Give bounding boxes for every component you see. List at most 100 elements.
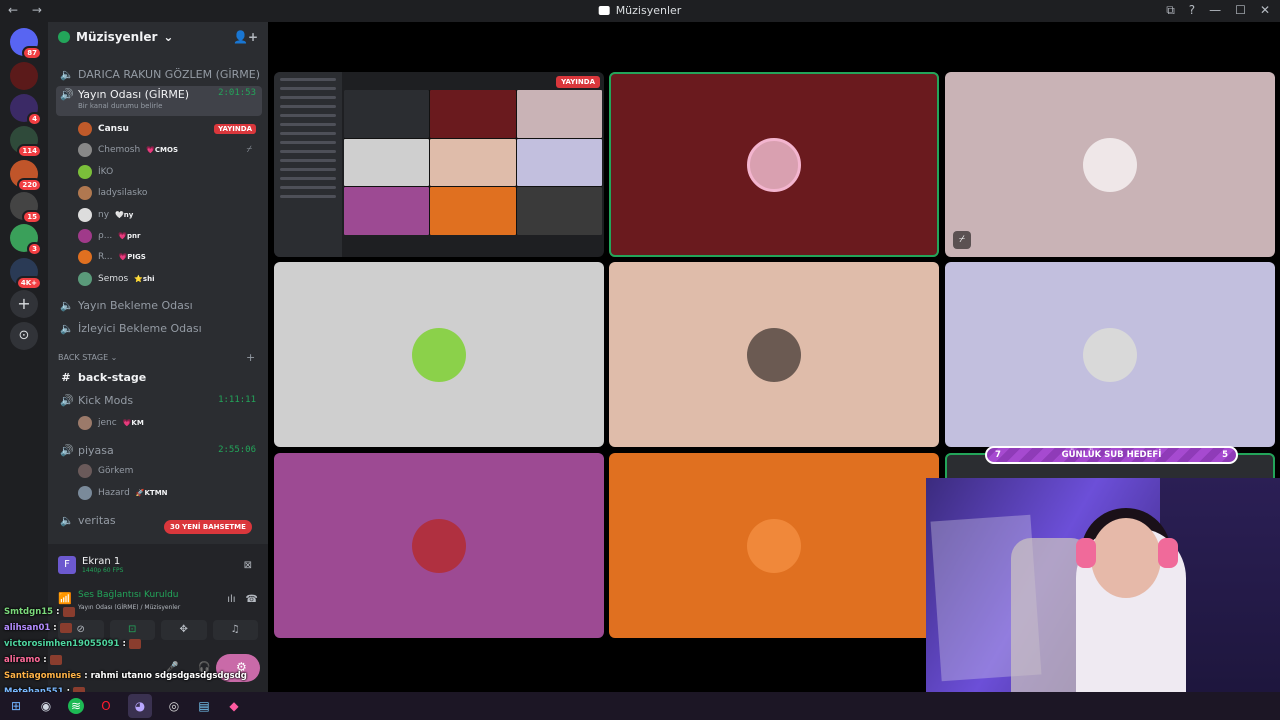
server-icon[interactable]: 114 — [10, 126, 42, 158]
headset-left — [1076, 538, 1096, 568]
server-home[interactable]: 87 — [10, 28, 42, 60]
new-mentions-button[interactable]: 30 YENİ BAHSETME — [164, 520, 252, 534]
voice-user[interactable]: jenc 💗KM — [78, 413, 262, 433]
discord-icon[interactable]: ◕ — [128, 694, 152, 718]
speaker-icon: 🔈 — [60, 67, 74, 81]
windows-start-icon[interactable]: ⊞ — [8, 698, 24, 714]
server-icon[interactable]: 220 — [10, 160, 42, 192]
user-name: Görkem — [98, 466, 134, 476]
chat-text: : — [53, 623, 57, 633]
minimize-button[interactable]: — — [1209, 3, 1221, 18]
mention-badge: 3 — [27, 242, 42, 256]
user-name: ladysilasko — [98, 188, 148, 198]
voice-user[interactable]: Semos ⭐shi — [78, 269, 262, 289]
chat-message: Santiagomunies: rahmi utanıo sdgsdgasdgs… — [4, 668, 264, 684]
channel-timer: 2:55:06 — [218, 445, 256, 455]
shared-screen-grid — [344, 90, 602, 235]
voice-user[interactable]: ny 🤍ny — [78, 205, 262, 225]
mention-badge: 4K+ — [15, 276, 42, 290]
hash-icon: # — [61, 370, 71, 384]
goal-target: 5 — [1222, 450, 1228, 460]
stop-share-icon[interactable]: ⊠ — [244, 560, 252, 571]
close-button[interactable]: ✕ — [1260, 3, 1270, 18]
screen-share-text: Ekran 1 1440p 60 FPS — [82, 556, 123, 574]
channel-status[interactable]: Bir kanal durumu belirle — [78, 102, 162, 110]
user-tag: 💗KM — [122, 419, 144, 427]
obs-icon[interactable]: ◎ — [166, 698, 182, 714]
server-icon[interactable]: 4 — [10, 94, 42, 126]
back-button[interactable]: ← — [8, 3, 18, 17]
voice-channel-izleyici-bekleme[interactable]: 🔈 İzleyici Bekleme Odası — [56, 318, 262, 338]
files-icon[interactable]: ▤ — [196, 698, 212, 714]
participant-tile[interactable] — [945, 262, 1275, 447]
app-icon[interactable]: ◆ — [226, 698, 242, 714]
mini-tile — [430, 187, 516, 235]
voice-channel-yayin-bekleme[interactable]: 🔈 Yayın Bekleme Odası — [56, 295, 262, 315]
server-icon[interactable]: 3 — [10, 224, 42, 256]
voice-channel-yayin-odasi[interactable]: 🔊 Yayın Odası (GİRME) 2:01:53 Bir kanal … — [56, 86, 262, 116]
voice-user[interactable]: ladysilasko — [78, 183, 262, 203]
user-name: jenc — [98, 418, 117, 428]
voice-user[interactable]: Cansu YAYINDA — [78, 119, 262, 139]
speaker-icon: 🔈 — [60, 298, 74, 312]
avatar — [78, 229, 92, 243]
avatar — [78, 208, 92, 222]
channel-timer: 1:11:11 — [218, 395, 256, 405]
participant-tile[interactable]: ⌿ — [945, 72, 1275, 257]
voice-status[interactable]: Ses Bağlantısı Kuruldu — [78, 590, 178, 600]
user-tag: 💗PIGS — [118, 253, 146, 261]
participant-tile[interactable] — [609, 453, 939, 638]
participant-tile[interactable] — [609, 72, 939, 257]
verified-icon — [58, 31, 70, 43]
voice-user[interactable]: İKO — [78, 162, 262, 182]
voice-user[interactable]: ρ... 💗pnr — [78, 226, 262, 246]
avatar — [747, 518, 801, 573]
participant-tile[interactable] — [609, 262, 939, 447]
avatar — [1083, 327, 1137, 382]
participant-tile[interactable] — [274, 453, 604, 638]
explore-icon[interactable]: ⊙ — [10, 322, 38, 350]
channel-label: Kick Mods — [78, 393, 134, 407]
forward-button[interactable]: → — [32, 3, 42, 17]
server-list: 87 4 114 220 15 3 4K+ + ⊙ — [0, 22, 48, 692]
mic-muted-icon: ⌿ — [246, 145, 252, 155]
help-icon[interactable]: ? — [1189, 3, 1195, 18]
category-label: BACK STAGE — [58, 353, 109, 362]
voice-channel-piyasa[interactable]: 🔊 piyasa 2:55:06 — [56, 440, 262, 460]
add-server-button[interactable]: + — [10, 290, 38, 318]
sub-goal-bar: 7 GÜNLÜK SUB HEDEFİ 5 — [985, 446, 1238, 464]
voice-user[interactable]: Hazard 🚀KTMN — [78, 483, 262, 503]
voice-channel-kick-mods[interactable]: 🔊 Kick Mods 1:11:11 — [56, 390, 262, 410]
channel-label: Yayın Bekleme Odası — [78, 298, 193, 312]
text-channel-back-stage[interactable]: # back-stage — [56, 367, 262, 387]
live-badge: YAYINDA — [214, 124, 256, 134]
voice-user[interactable]: Chemosh 💗CMOS ⌿ — [78, 140, 262, 160]
chat-message: victorosimhen19055091: — [4, 636, 264, 652]
voice-user[interactable]: R... 💗PIGS — [78, 247, 262, 267]
chat-message: aliramo: — [4, 652, 264, 668]
add-user-icon[interactable]: 👤+ — [233, 30, 258, 44]
user-tag: 🤍ny — [115, 211, 134, 219]
maximize-button[interactable]: ☐ — [1235, 3, 1246, 18]
server-folder[interactable]: 4K+ — [10, 258, 42, 290]
steam-icon[interactable]: ◉ — [38, 698, 54, 714]
server-icon[interactable] — [10, 62, 38, 90]
spotify-icon[interactable]: ≋ — [68, 698, 84, 714]
user-tag: 🚀KTMN — [135, 489, 168, 497]
server-header[interactable]: Müzisyenler ⌄ 👤+ — [48, 22, 268, 52]
inbox-icon[interactable]: ⧉ — [1166, 3, 1175, 18]
add-channel-icon[interactable]: + — [246, 351, 255, 364]
chat-user: Smtdgn15 — [4, 607, 54, 617]
screen-share-tile[interactable]: YAYINDA — [274, 72, 604, 257]
participant-tile[interactable] — [274, 262, 604, 447]
screen-quality: 1440p 60 FPS — [82, 567, 124, 574]
opera-icon[interactable]: O — [98, 698, 114, 714]
user-name: ny — [98, 210, 110, 220]
server-icon[interactable]: 15 — [10, 192, 42, 224]
category-back-stage[interactable]: BACK STAGE ⌄ — [58, 353, 117, 362]
voice-user[interactable]: Görkem — [78, 461, 262, 481]
window-title: Müzisyenler — [598, 4, 681, 17]
user-name: R... — [98, 252, 113, 262]
voice-channel-darica[interactable]: 🔈 DARICA RAKUN GÖZLEM (GİRME) — [56, 64, 262, 84]
avatar — [1083, 137, 1137, 192]
